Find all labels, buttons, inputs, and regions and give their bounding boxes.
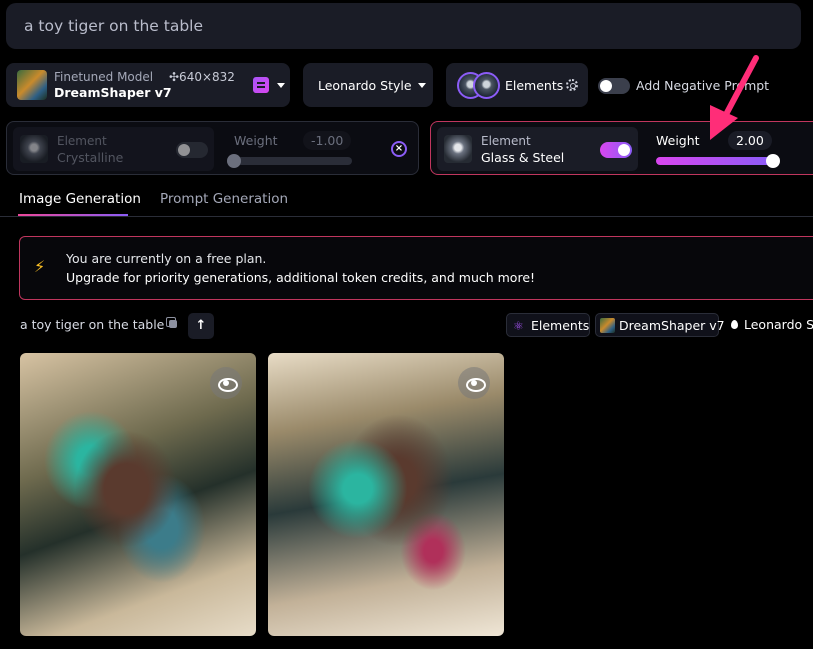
elements-chip-label: Elements (531, 318, 590, 333)
model-thumbnail-icon (600, 318, 615, 333)
model-chip-label: DreamShaper v7 (619, 318, 725, 333)
prompt-text: a toy tiger on the table (24, 17, 203, 35)
style-selector[interactable]: Leonardo Style (303, 63, 433, 107)
chevron-down-icon (418, 83, 426, 88)
style-label: Leonardo Style (318, 78, 412, 93)
gear-icon[interactable] (566, 79, 578, 91)
element-name: Glass & Steel (481, 150, 565, 165)
arrow-annotation-icon (710, 55, 759, 140)
elements-button[interactable]: Elements (446, 63, 588, 107)
arrow-up-icon[interactable]: ↑ (188, 313, 214, 339)
drop-icon (731, 320, 738, 329)
style-chip-label: Leonardo Style (744, 317, 813, 332)
weight-slider-handle[interactable] (227, 154, 241, 168)
lightning-bolt-icon: ⚡ (34, 257, 46, 276)
active-tab-indicator (18, 214, 128, 216)
element-toggle[interactable] (600, 142, 632, 158)
generation-prompt: a toy tiger on the table (20, 317, 165, 332)
element-thumbnail-icon (20, 135, 48, 163)
weight-label: Weight (234, 133, 278, 148)
edit-icon[interactable] (253, 77, 269, 93)
weight-slider-track[interactable] (232, 157, 352, 165)
element-name: Crystalline (57, 150, 124, 165)
element-label: Element (57, 134, 107, 148)
weight-slider-handle[interactable] (766, 154, 780, 168)
model-thumbnail-icon (17, 70, 47, 100)
model-chip[interactable]: DreamShaper v7 (595, 313, 725, 337)
generated-image[interactable] (268, 353, 504, 636)
element-thumbnail-icon (444, 135, 472, 163)
tab-image-generation[interactable]: Image Generation (19, 191, 141, 207)
element-label: Element (481, 134, 531, 148)
element-selector[interactable]: Element Crystalline (13, 127, 214, 171)
weight-value[interactable]: -1.00 (303, 131, 352, 150)
elements-label: Elements (505, 78, 564, 93)
generated-image[interactable] (20, 353, 256, 636)
eye-icon[interactable] (210, 367, 242, 399)
banner-line-2[interactable]: Upgrade for priority generations, additi… (66, 270, 535, 285)
model-name: DreamShaper v7 (54, 85, 172, 100)
atom-icon: ⚛ (513, 319, 524, 333)
element-selector[interactable]: Element Glass & Steel (437, 127, 638, 171)
weight-label: Weight (656, 133, 700, 148)
weight-slider-track[interactable] (656, 157, 772, 165)
prompt-input[interactable]: a toy tiger on the table (6, 3, 801, 49)
copy-icon[interactable] (166, 317, 178, 329)
tab-bar: Image Generation Prompt Generation (0, 183, 813, 217)
style-chip[interactable]: Leonardo Style (731, 317, 813, 332)
element-avatar-icon (473, 72, 500, 99)
model-label: Finetuned Model (54, 70, 154, 84)
element-card-crystalline: Element Crystalline Weight -1.00 × (6, 121, 419, 175)
elements-chip[interactable]: ⚛ Elements (506, 313, 590, 337)
close-icon[interactable]: × (391, 141, 407, 157)
chevron-down-icon[interactable] (277, 83, 285, 88)
free-plan-banner: ⚡ You are currently on a free plan. Upgr… (19, 236, 813, 300)
banner-line-1: You are currently on a free plan. (66, 251, 267, 266)
model-selector[interactable]: Finetuned Model DreamShaper v7 ✣640×832 (6, 63, 290, 107)
eye-icon[interactable] (458, 367, 490, 399)
image-size: ✣640×832 (169, 70, 235, 84)
tab-prompt-generation[interactable]: Prompt Generation (160, 191, 288, 207)
negative-prompt-toggle[interactable] (598, 78, 630, 94)
element-toggle[interactable] (176, 142, 208, 158)
